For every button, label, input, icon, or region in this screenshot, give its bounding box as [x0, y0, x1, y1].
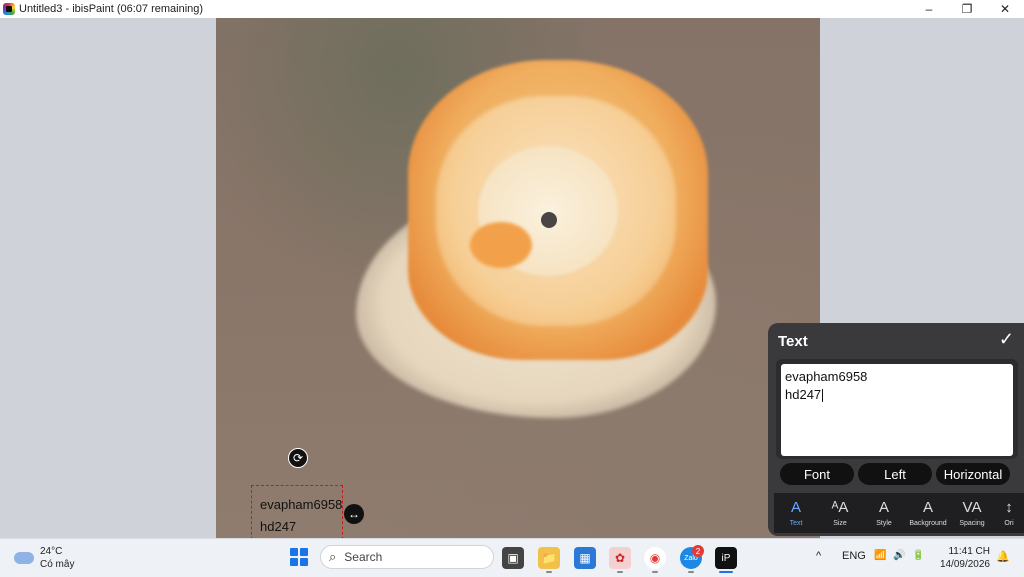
- store-icon[interactable]: ▦: [574, 547, 596, 569]
- tab-text[interactable]: A Text: [774, 493, 818, 533]
- windows-logo-pane: [290, 548, 298, 556]
- background-tab-icon: A: [922, 499, 933, 516]
- duck-eye-shape: [541, 212, 557, 228]
- red-app-icon[interactable]: ✿: [609, 547, 631, 569]
- tab-label-size: Size: [833, 520, 847, 527]
- tab-label-background: Background: [909, 520, 947, 527]
- ibispaint-icon[interactable]: iP: [715, 547, 737, 569]
- confirm-check-icon[interactable]: ✓: [999, 329, 1014, 350]
- text-panel-title: Text: [778, 333, 808, 350]
- tab-size[interactable]: ᴬA Size: [818, 493, 862, 533]
- rotate-handle-icon[interactable]: ⟳: [288, 448, 308, 468]
- ibispaint-app-icon: [3, 3, 15, 15]
- show-hidden-icons-chevron-icon[interactable]: ^: [816, 550, 821, 562]
- search-placeholder: Search: [344, 550, 383, 564]
- direction-button[interactable]: Horizontal: [936, 463, 1010, 485]
- running-indicator: [546, 571, 552, 573]
- text-panel: Text ✓ evapham6958 hd247 Font Left Horiz…: [768, 323, 1024, 536]
- duck-beak-shape: [470, 222, 532, 268]
- spacing-tab-icon: VA: [962, 499, 982, 516]
- maximize-button[interactable]: ❐: [948, 0, 986, 18]
- align-button[interactable]: Left: [858, 463, 932, 485]
- style-tab-icon: A: [878, 499, 889, 516]
- start-button[interactable]: [290, 548, 308, 566]
- weather-temp: 24°C: [40, 546, 63, 557]
- text-input-frame: evapham6958 hd247: [776, 359, 1018, 459]
- tab-label-style: Style: [876, 520, 892, 527]
- tab-spacing[interactable]: VA Spacing: [950, 493, 994, 533]
- file-explorer-icon[interactable]: 📁: [538, 547, 560, 569]
- weather-condition: Có mây: [40, 559, 75, 570]
- text-caret: [822, 389, 824, 403]
- title-bar: Untitled3 - ibisPaint (06:07 remaining) …: [0, 0, 1024, 18]
- tab-style[interactable]: A Style: [862, 493, 906, 533]
- chrome-icon[interactable]: ◉: [644, 547, 666, 569]
- text-object-selection[interactable]: evapham6958 hd247: [251, 485, 343, 545]
- tab-label-orientation: Ori: [1004, 520, 1014, 527]
- task-view-icon[interactable]: ▣: [502, 547, 524, 569]
- running-indicator: [688, 571, 694, 573]
- window-title: Untitled3 - ibisPaint (06:07 remaining): [19, 3, 204, 15]
- windows-logo-pane: [300, 558, 308, 566]
- weather-widget[interactable]: 24°C Có mây: [14, 545, 74, 571]
- battery-icon[interactable]: 🔋: [912, 550, 924, 561]
- notification-count-badge: 2: [692, 545, 704, 557]
- windows-logo-pane: [290, 558, 298, 566]
- tab-orientation[interactable]: ↕ Ori: [994, 493, 1024, 533]
- language-indicator[interactable]: ENG: [842, 550, 866, 562]
- close-button[interactable]: ✕: [986, 0, 1024, 18]
- text-input-line-1: evapham6958: [785, 369, 868, 384]
- volume-icon[interactable]: 🔊: [893, 550, 905, 561]
- clock-time: 11:41 CH: [948, 546, 990, 557]
- resize-handle-icon[interactable]: ↔: [344, 504, 364, 524]
- taskbar: 24°C Có mây ⌕ Search ▣ 📁 ▦ ✿ ◉ Zalo 2 iP…: [0, 538, 1024, 577]
- text-input-line-2: hd247: [785, 387, 822, 402]
- text-object-line-2: hd247: [260, 519, 297, 534]
- clock-date: 14/09/2026: [939, 559, 990, 570]
- tab-label-text: Text: [789, 520, 803, 527]
- text-tool-tabs: A Text ᴬA Size A Style A Background VA S…: [774, 493, 1024, 533]
- orientation-tab-icon: ↕: [1005, 499, 1013, 516]
- clock[interactable]: 11:41 CH 14/09/2026: [938, 545, 990, 571]
- running-indicator: [652, 571, 658, 573]
- search-icon: ⌕: [329, 549, 337, 564]
- text-input[interactable]: evapham6958 hd247: [781, 364, 1013, 456]
- window-controls: – ❐ ✕: [910, 0, 1024, 18]
- font-button[interactable]: Font: [780, 463, 854, 485]
- taskbar-search[interactable]: ⌕ Search: [320, 545, 494, 569]
- text-options-row: Font Left Horizontal: [780, 463, 1010, 485]
- text-object-line-1: evapham6958: [260, 497, 343, 512]
- text-tab-icon: A: [790, 499, 801, 516]
- tab-background[interactable]: A Background: [906, 493, 950, 533]
- size-tab-icon: ᴬA: [831, 499, 849, 516]
- wifi-icon[interactable]: 📶: [874, 550, 886, 561]
- notifications-bell-icon[interactable]: 🔔: [996, 550, 1010, 563]
- windows-logo-pane: [300, 548, 308, 556]
- running-indicator: [617, 571, 623, 573]
- minimize-button[interactable]: –: [910, 0, 948, 18]
- active-app-indicator: [719, 571, 733, 573]
- tab-label-spacing: Spacing: [959, 520, 985, 527]
- cloud-icon: [14, 552, 34, 564]
